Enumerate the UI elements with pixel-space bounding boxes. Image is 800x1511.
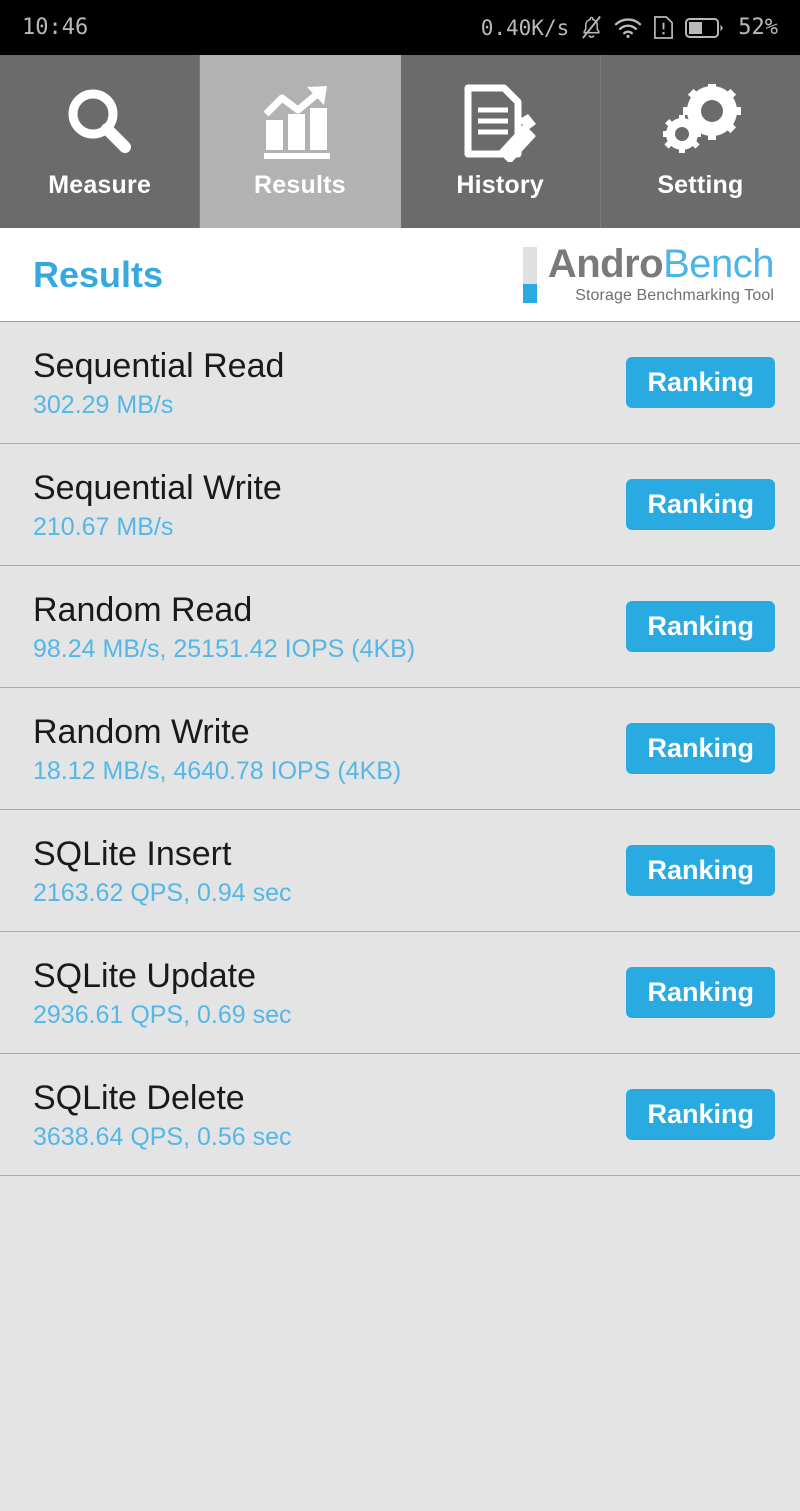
sim-alert-icon <box>653 15 674 40</box>
logo-tagline: Storage Benchmarking Tool <box>575 287 774 304</box>
gears-icon <box>658 83 743 163</box>
tab-history-label: History <box>456 171 544 199</box>
wifi-icon <box>614 16 642 39</box>
row-texts: Sequential Read 302.29 MB/s <box>33 346 284 420</box>
table-row[interactable]: SQLite Delete 3638.64 QPS, 0.56 sec Rankin… <box>0 1054 800 1176</box>
bell-muted-icon <box>580 15 603 40</box>
tab-measure-label: Measure <box>48 171 152 199</box>
benchmark-name: Random Write <box>33 712 250 751</box>
page-title: Results <box>33 253 164 295</box>
ranking-button[interactable]: Ranking <box>626 722 775 775</box>
table-row[interactable]: Sequential Write 210.67 MB/s Ranking <box>0 444 800 566</box>
row-texts: SQLite Delete 3638.64 QPS, 0.56 sec <box>33 1078 292 1152</box>
benchmark-value: 302.29 MB/s <box>33 390 174 419</box>
battery-icon <box>685 17 725 39</box>
tab-results-label: Results <box>254 171 346 199</box>
bar-chart-arrow-icon <box>260 83 340 163</box>
status-time: 10:46 <box>22 15 89 40</box>
document-pencil-icon <box>460 83 540 163</box>
logo-bench: Bench <box>663 242 774 286</box>
tab-setting[interactable]: Setting <box>600 55 800 228</box>
tab-setting-label: Setting <box>657 171 744 199</box>
benchmark-value: 210.67 MB/s <box>33 512 174 541</box>
ranking-button[interactable]: Ranking <box>626 844 775 897</box>
logo-text: AndroBench Storage Benchmarking Tool <box>547 242 775 305</box>
empty-list-area <box>0 1176 800 1511</box>
ranking-button[interactable]: Ranking <box>626 600 775 653</box>
results-list: Sequential Read 302.29 MB/s Ranking Sequent… <box>0 322 800 1176</box>
table-row[interactable]: SQLite Update 2936.61 QPS, 0.69 sec Rankin… <box>0 932 800 1054</box>
benchmark-name: Sequential Write <box>33 468 282 507</box>
androbench-logo: AndroBench Storage Benchmarking Tool <box>522 242 775 305</box>
tab-history[interactable]: History <box>400 55 601 228</box>
benchmark-name: Random Read <box>33 590 253 629</box>
benchmark-value: 98.24 MB/s, 25151.42 IOPS (4KB) <box>33 634 416 663</box>
table-row[interactable]: SQLite Insert 2163.62 QPS, 0.94 sec Rankin… <box>0 810 800 932</box>
logo-bar-icon <box>522 246 537 303</box>
table-row[interactable]: Random Write 18.12 MB/s, 4640.78 IOPS (4K… <box>0 688 800 810</box>
row-texts: SQLite Update 2936.61 QPS, 0.69 sec <box>33 956 292 1030</box>
row-texts: SQLite Insert 2163.62 QPS, 0.94 sec <box>33 834 292 908</box>
benchmark-value: 2936.61 QPS, 0.69 sec <box>33 1000 292 1029</box>
benchmark-name: Sequential Read <box>33 346 285 385</box>
benchmark-name: SQLite Delete <box>33 1078 245 1117</box>
row-texts: Random Read 98.24 MB/s, 25151.42 IOPS (4K… <box>33 590 415 664</box>
ranking-button[interactable]: Ranking <box>626 356 775 409</box>
benchmark-name: SQLite Update <box>33 956 257 995</box>
logo-wordmark: AndroBench <box>547 242 775 286</box>
benchmark-value: 2163.62 QPS, 0.94 sec <box>33 878 292 907</box>
network-speed-label: 0.40K/s <box>480 15 570 40</box>
status-right-cluster: 0.40K/s 52% <box>481 15 778 40</box>
app-body: Results AndroBench Storage Benchmarking … <box>0 228 800 1511</box>
benchmark-name: SQLite Insert <box>33 834 232 873</box>
table-row[interactable]: Sequential Read 302.29 MB/s Ranking <box>0 322 800 444</box>
ranking-button[interactable]: Ranking <box>626 966 775 1019</box>
benchmark-value: 18.12 MB/s, 4640.78 IOPS (4KB) <box>33 756 402 785</box>
tab-bar: Measure Results History Setting <box>0 55 800 228</box>
ranking-button[interactable]: Ranking <box>626 478 775 531</box>
status-bar: 10:46 0.40K/s 52% <box>0 0 800 55</box>
row-texts: Random Write 18.12 MB/s, 4640.78 IOPS (4K… <box>33 712 401 786</box>
ranking-button[interactable]: Ranking <box>626 1088 775 1141</box>
tab-results[interactable]: Results <box>200 55 401 228</box>
table-row[interactable]: Random Read 98.24 MB/s, 25151.42 IOPS (4K… <box>0 566 800 688</box>
benchmark-value: 3638.64 QPS, 0.56 sec <box>33 1122 292 1151</box>
logo-andro: Andro <box>547 242 664 286</box>
tab-measure[interactable]: Measure <box>0 55 201 228</box>
row-texts: Sequential Write 210.67 MB/s <box>33 468 282 542</box>
app-header: Results AndroBench Storage Benchmarking … <box>0 228 800 322</box>
battery-percent-label: 52% <box>738 15 778 40</box>
magnifier-icon <box>61 83 139 163</box>
